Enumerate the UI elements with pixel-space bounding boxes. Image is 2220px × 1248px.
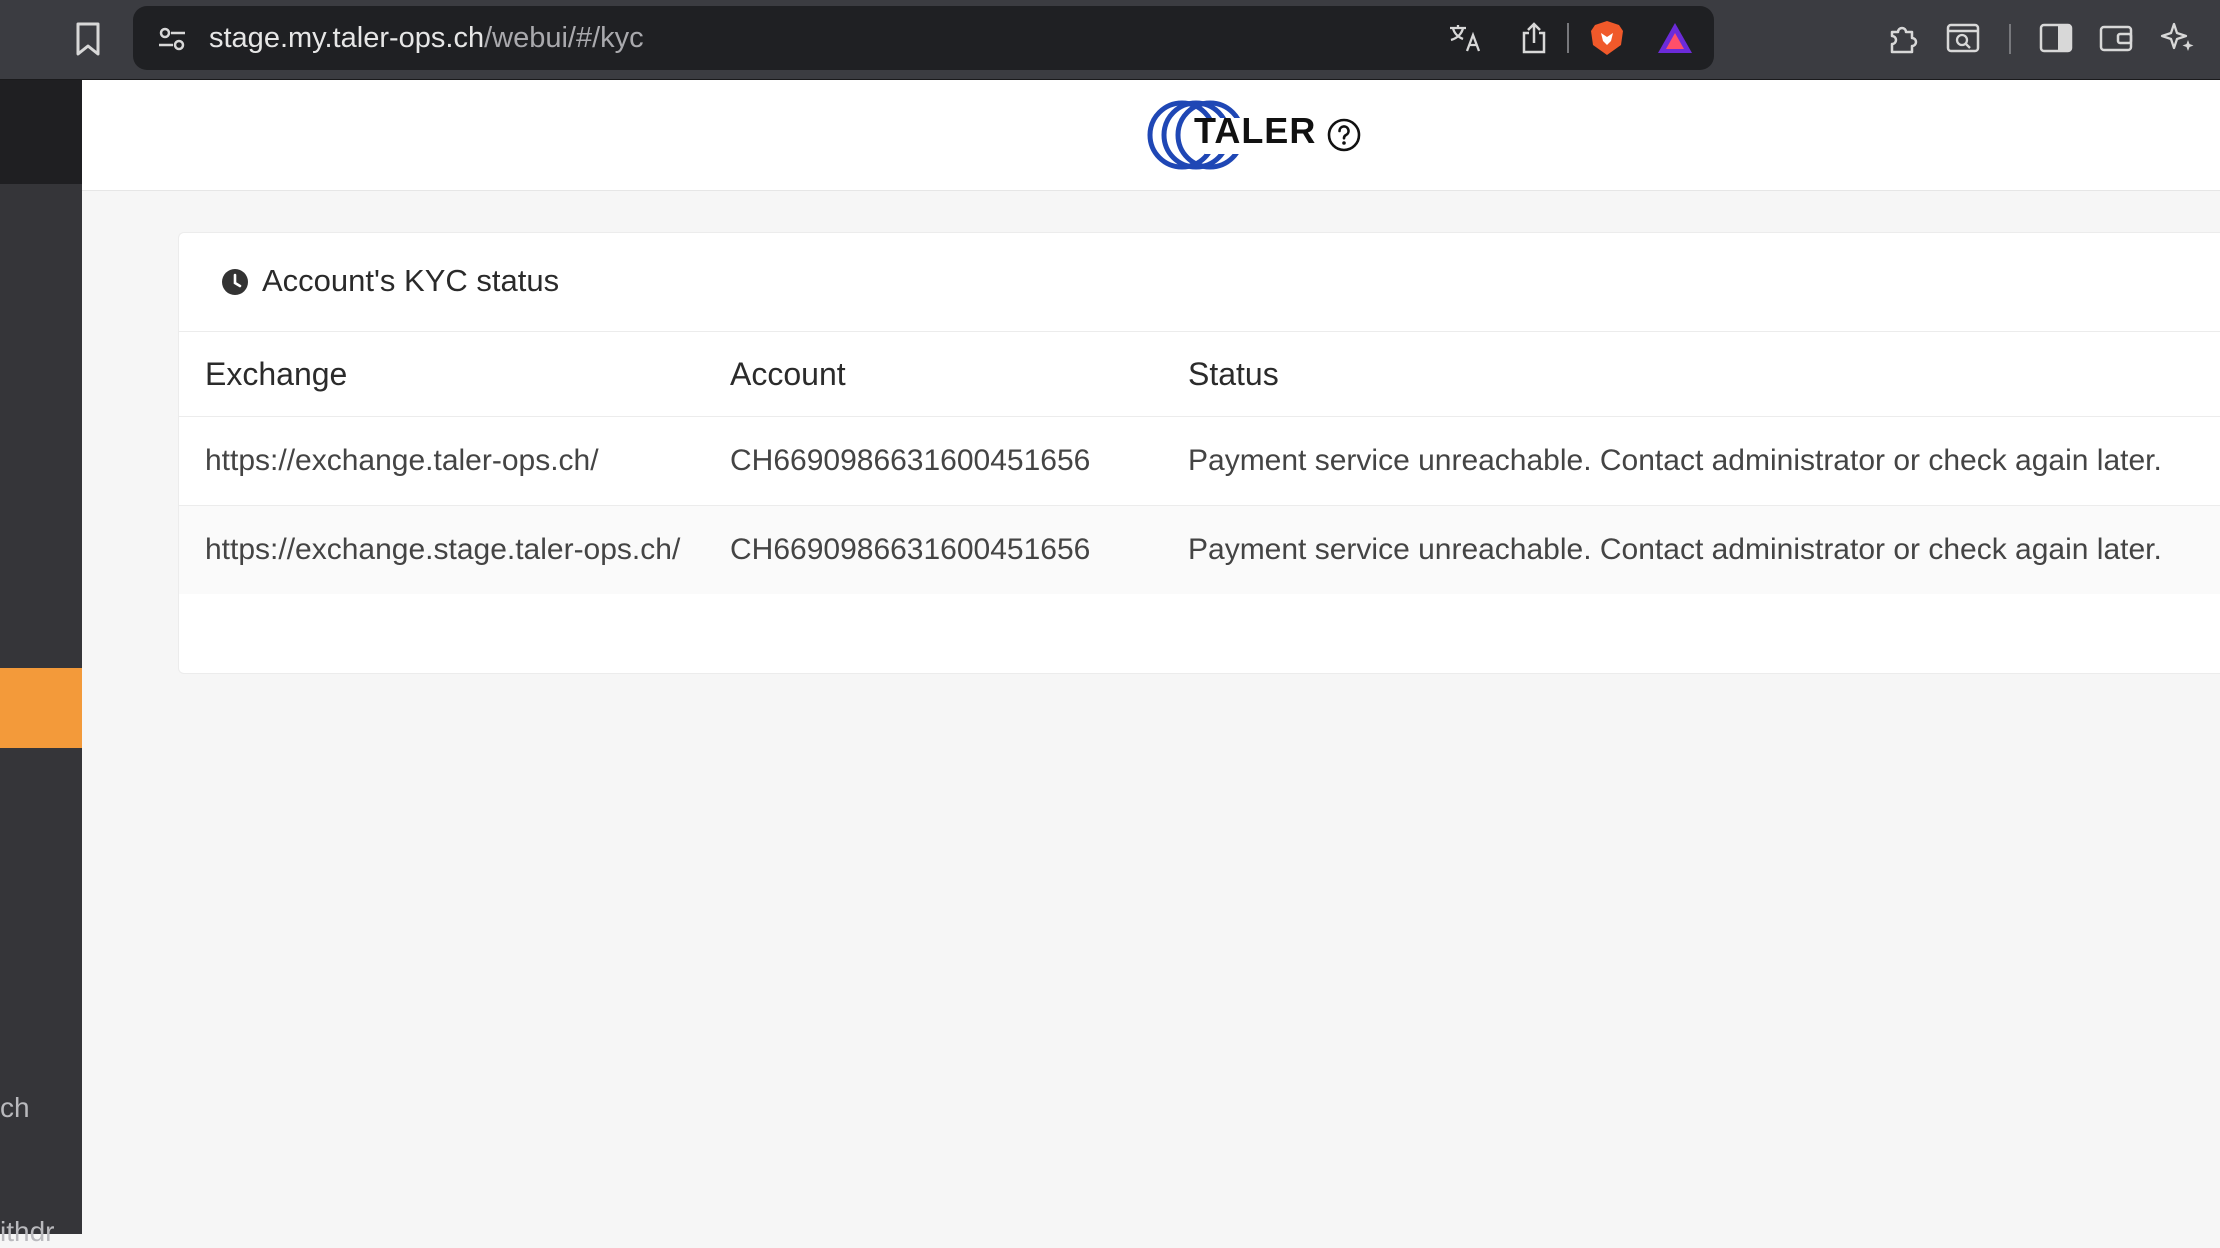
sidebar-item-label-partial[interactable]: ch — [0, 1092, 30, 1124]
column-header-account: Account — [730, 355, 846, 392]
toolbar-separator-2 — [2009, 24, 2011, 54]
cell-account: CH6690986631600451656 — [730, 444, 1091, 477]
cell-status: Payment service unreachable. Contact adm… — [1188, 533, 2162, 566]
wallet-icon[interactable] — [2096, 18, 2136, 58]
app-header: TALER — [82, 80, 2220, 191]
browser-toolbar: stage.my.taler-ops.ch/webui/#/kyc — [0, 0, 2220, 80]
cell-exchange: https://exchange.taler-ops.ch/ — [205, 444, 599, 477]
url-host: stage.my.taler-ops.ch — [209, 22, 485, 54]
cell-exchange: https://exchange.stage.taler-ops.ch/ — [205, 533, 681, 566]
leo-ai-icon[interactable] — [2158, 18, 2198, 58]
extensions-icon[interactable] — [1884, 18, 1924, 58]
help-icon[interactable] — [1326, 117, 1362, 153]
reader-search-icon[interactable] — [1943, 18, 1983, 58]
brave-rewards-icon[interactable] — [1655, 20, 1695, 56]
site-settings-icon[interactable] — [155, 22, 189, 56]
kyc-status-card: Account's KYC status Exchange Account St… — [178, 232, 2220, 674]
url-path: /webui/#/kyc — [484, 22, 644, 54]
url-text[interactable]: stage.my.taler-ops.ch/webui/#/kyc — [209, 6, 644, 70]
kyc-table: Exchange Account Status https://exchange… — [179, 332, 2220, 594]
cell-account: CH6690986631600451656 — [730, 533, 1091, 566]
toolbar-separator — [1567, 23, 1569, 53]
sidebar-header — [0, 80, 82, 184]
column-header-exchange: Exchange — [205, 355, 348, 392]
logo-text: TALER — [1194, 110, 1317, 151]
table-row: https://exchange.taler-ops.ch/ CH6690986… — [179, 416, 2220, 506]
card-header: Account's KYC status — [179, 233, 2220, 332]
column-header-status: Status — [1188, 355, 1279, 392]
table-row: https://exchange.stage.taler-ops.ch/ CH6… — [179, 505, 2220, 594]
clock-icon — [222, 269, 248, 295]
translate-icon[interactable] — [1445, 20, 1485, 56]
app-sidebar: ch ithdr — [0, 80, 82, 1247]
address-bar[interactable]: stage.my.taler-ops.ch/webui/#/kyc — [133, 6, 1714, 70]
sidebar-item-active[interactable] — [0, 668, 82, 748]
brave-shield-icon[interactable] — [1587, 18, 1627, 58]
bookmark-icon[interactable] — [70, 19, 106, 59]
card-title: Account's KYC status — [262, 263, 560, 298]
cell-status: Payment service unreachable. Contact adm… — [1188, 444, 2162, 477]
sidebar-item-label-partial-2[interactable]: ithdr — [0, 1216, 54, 1248]
share-icon[interactable] — [1517, 18, 1551, 58]
table-header-row: Exchange Account Status — [179, 332, 2220, 417]
sidebar-toggle-icon[interactable] — [2036, 18, 2076, 58]
